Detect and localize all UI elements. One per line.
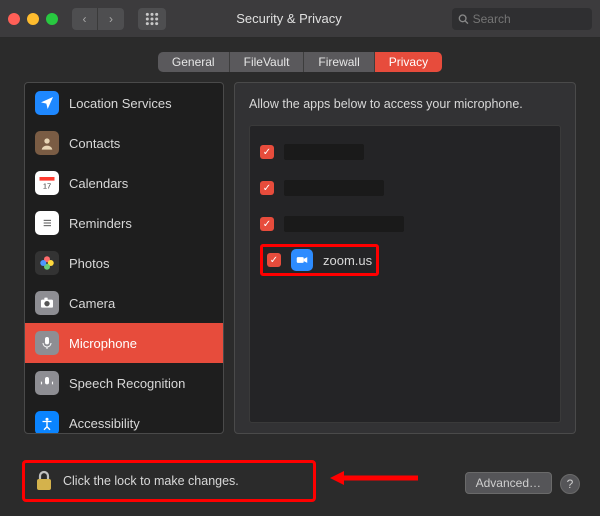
sidebar-item-label: Microphone — [69, 336, 137, 351]
sidebar-item-label: Reminders — [69, 216, 132, 231]
contacts-icon — [35, 131, 59, 155]
accessibility-icon — [35, 411, 59, 434]
advanced-button[interactable]: Advanced… — [465, 472, 552, 494]
pane-description: Allow the apps below to access your micr… — [249, 97, 561, 111]
close-window-button[interactable] — [8, 13, 20, 25]
sidebar-item-label: Accessibility — [69, 416, 140, 431]
redacted-app-name — [284, 144, 364, 160]
redacted-app-name — [284, 180, 384, 196]
app-name: zoom.us — [323, 253, 372, 268]
sidebar-item-label: Calendars — [69, 176, 128, 191]
svg-text:17: 17 — [43, 181, 51, 190]
sidebar-item-reminders[interactable]: Reminders — [25, 203, 223, 243]
sidebar-item-label: Contacts — [69, 136, 120, 151]
window-title: Security & Privacy — [172, 11, 446, 26]
photos-icon — [35, 251, 59, 275]
app-checkbox[interactable]: ✓ — [260, 145, 274, 159]
app-list: ✓ ✓ ✓ ✓ zoom.us — [249, 125, 561, 423]
app-row: ✓ — [250, 134, 560, 170]
titlebar: ‹ › Security & Privacy — [0, 0, 600, 38]
sidebar-item-photos[interactable]: Photos — [25, 243, 223, 283]
sidebar-item-calendars[interactable]: 17 Calendars — [25, 163, 223, 203]
tab-bar: GeneralFileVaultFirewallPrivacy — [0, 52, 600, 72]
app-row: ✓ — [250, 170, 560, 206]
privacy-detail-pane: Allow the apps below to access your micr… — [234, 82, 576, 434]
app-checkbox[interactable]: ✓ — [267, 253, 281, 267]
privacy-sidebar: Location Services Contacts 17 Calendars Remi… — [24, 82, 224, 434]
grid-icon — [145, 12, 159, 26]
sidebar-item-label: Speech Recognition — [69, 376, 185, 391]
microphone-icon — [35, 331, 59, 355]
chevron-left-icon: ‹ — [83, 12, 87, 26]
help-button[interactable]: ? — [560, 474, 580, 494]
sidebar-item-contacts[interactable]: Contacts — [25, 123, 223, 163]
search-field[interactable] — [452, 8, 592, 30]
sidebar-item-microphone[interactable]: Microphone — [25, 323, 223, 363]
app-row: ✓ — [250, 206, 560, 242]
lock-to-make-changes[interactable]: Click the lock to make changes. — [22, 460, 316, 502]
reminders-icon — [35, 211, 59, 235]
tab-firewall[interactable]: Firewall — [304, 52, 374, 72]
sidebar-item-camera[interactable]: Camera — [25, 283, 223, 323]
tab-privacy[interactable]: Privacy — [375, 52, 442, 72]
search-input[interactable] — [473, 12, 586, 26]
zoom-window-button[interactable] — [46, 13, 58, 25]
speech-icon — [35, 371, 59, 395]
tab-general[interactable]: General — [158, 52, 230, 72]
nav-buttons: ‹ › — [72, 8, 124, 30]
app-checkbox[interactable]: ✓ — [260, 217, 274, 231]
forward-button[interactable]: › — [98, 8, 124, 30]
lock-text: Click the lock to make changes. — [63, 474, 239, 488]
search-icon — [458, 13, 469, 25]
calendar-icon: 17 — [35, 171, 59, 195]
sidebar-item-accessibility[interactable]: Accessibility — [25, 403, 223, 434]
sidebar-item-label: Camera — [69, 296, 115, 311]
sidebar-item-label: Location Services — [69, 96, 172, 111]
minimize-window-button[interactable] — [27, 13, 39, 25]
app-row: ✓ zoom.us — [250, 242, 560, 278]
chevron-right-icon: › — [109, 12, 113, 26]
location-icon — [35, 91, 59, 115]
annotation-arrow — [330, 468, 420, 488]
redacted-app-name — [284, 216, 404, 232]
app-checkbox[interactable]: ✓ — [260, 181, 274, 195]
show-all-button[interactable] — [138, 8, 166, 30]
zoom-icon — [291, 249, 313, 271]
sidebar-item-location-services[interactable]: Location Services — [25, 83, 223, 123]
tab-filevault[interactable]: FileVault — [230, 52, 305, 72]
window-controls — [8, 13, 58, 25]
sidebar-item-speech-recognition[interactable]: Speech Recognition — [25, 363, 223, 403]
sidebar-item-label: Photos — [69, 256, 109, 271]
back-button[interactable]: ‹ — [72, 8, 98, 30]
lock-icon — [35, 470, 53, 492]
camera-icon — [35, 291, 59, 315]
